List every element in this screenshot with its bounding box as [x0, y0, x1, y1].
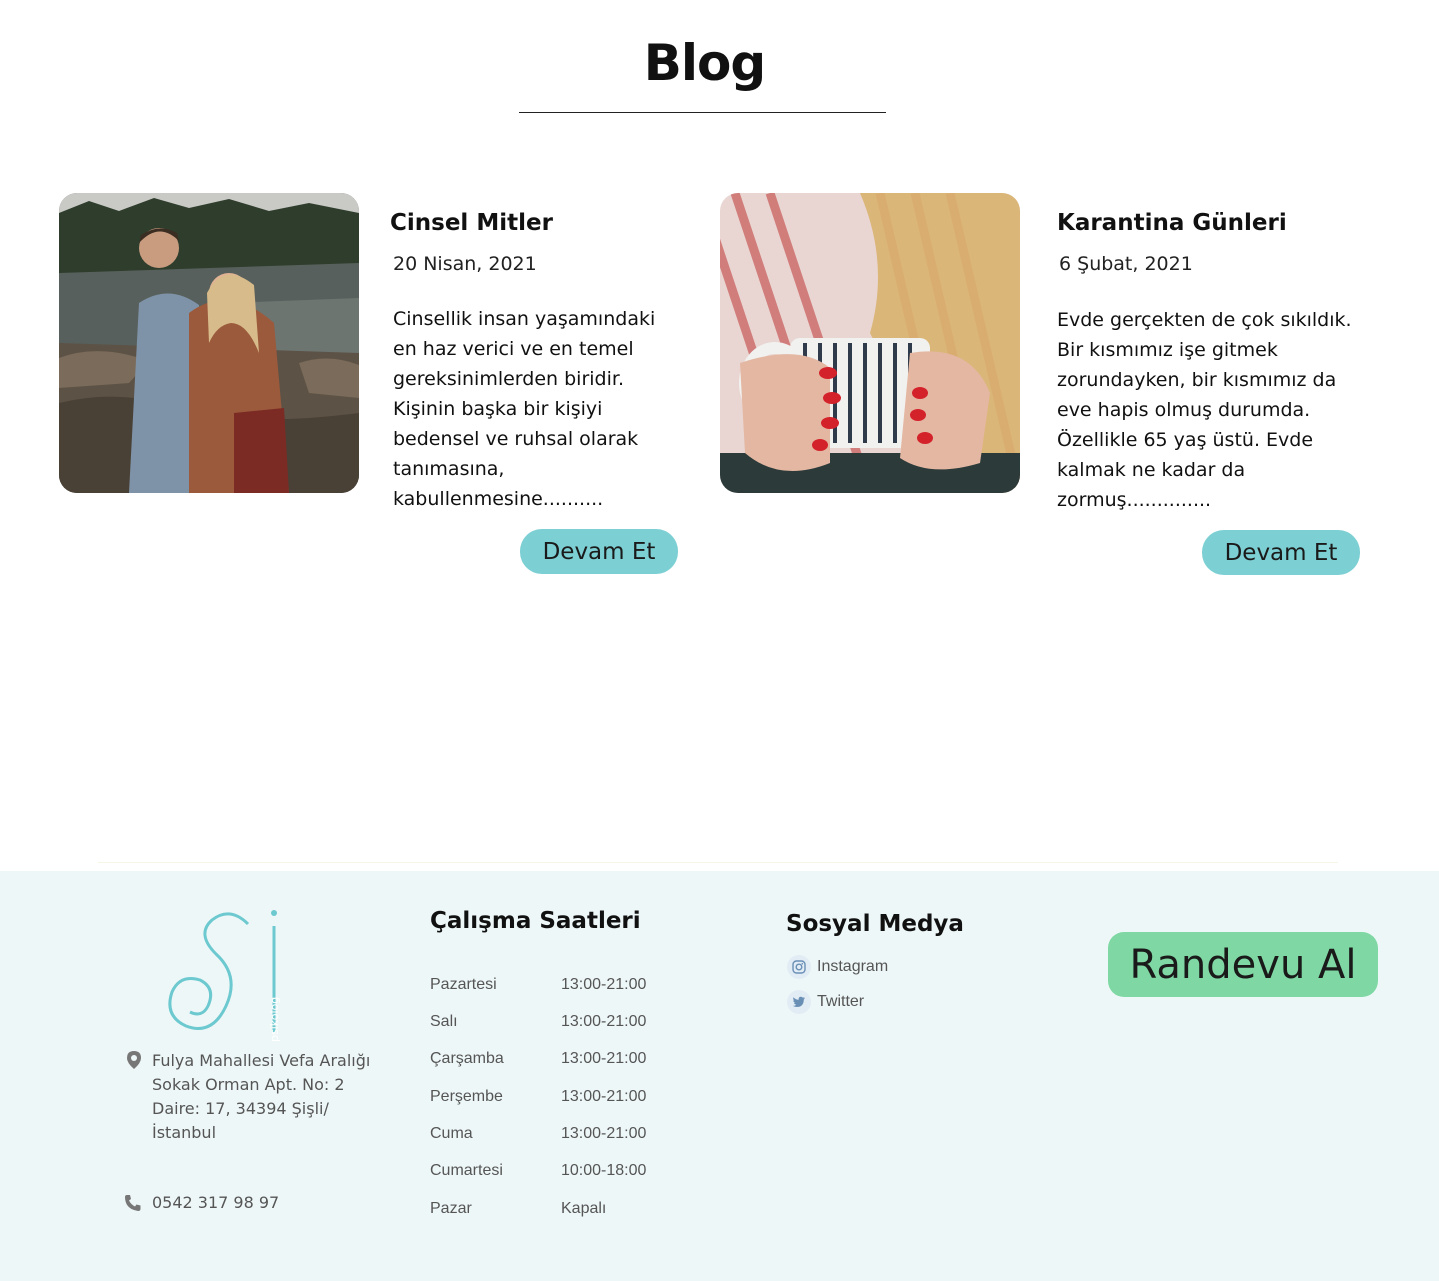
hours-time: 13:00-21:00 — [561, 1125, 647, 1142]
hours-day: Çarşamba — [430, 1050, 504, 1067]
social-title: Sosyal Medya — [786, 911, 964, 937]
hours-day: Cumartesi — [430, 1162, 503, 1179]
instagram-icon — [787, 955, 811, 979]
hours-day: Pazar — [430, 1200, 472, 1217]
footer-divider — [98, 862, 1338, 863]
logo-subtitle: psikolog — [268, 997, 281, 1042]
phone-icon — [125, 1195, 141, 1211]
post-date: 20 Nisan, 2021 — [393, 253, 537, 275]
twitter-link[interactable]: Twitter — [787, 990, 864, 1014]
brand-logo[interactable]: psikolog — [160, 902, 290, 1050]
hours-time: 13:00-21:00 — [561, 1013, 647, 1030]
hours-day: Pazartesi — [430, 976, 497, 993]
post-excerpt: Evde gerçekten de çok sıkıldık. Bir kısm… — [1057, 309, 1352, 511]
couple-photo — [59, 193, 359, 493]
hours-day: Perşembe — [430, 1088, 503, 1105]
hours-time: Kapalı — [561, 1200, 607, 1217]
map-pin-icon — [127, 1051, 141, 1069]
post-excerpt: Cinsellik insan yaşamındaki en haz veric… — [393, 308, 656, 510]
hours-row: Pazartesi 13:00-21:00 — [430, 976, 690, 1000]
read-more-button[interactable]: Devam Et — [1202, 530, 1360, 575]
instagram-link[interactable]: Instagram — [787, 955, 888, 979]
post-image-mug[interactable] — [720, 193, 1020, 493]
hours-time: 13:00-21:00 — [561, 976, 647, 993]
read-more-button[interactable]: Devam Et — [520, 529, 678, 574]
mug-photo — [720, 193, 1020, 493]
social-label: Twitter — [817, 993, 865, 1010]
hours-day: Salı — [430, 1013, 458, 1030]
appointment-button[interactable]: Randevu Al — [1108, 932, 1378, 997]
hours-row: Perşembe 13:00-21:00 — [430, 1088, 690, 1112]
twitter-icon — [787, 990, 811, 1014]
hours-row: Cuma 13:00-21:00 — [430, 1125, 690, 1149]
post-title[interactable]: Karantina Günleri — [1057, 210, 1287, 236]
phone-number[interactable]: 0542 317 98 97 — [152, 1193, 279, 1212]
hours-row: Salı 13:00-21:00 — [430, 1013, 690, 1037]
blog-title: Blog — [643, 34, 766, 92]
hours-time: 13:00-21:00 — [561, 1050, 647, 1067]
hours-row: Çarşamba 13:00-21:00 — [430, 1050, 690, 1074]
post-image-couple[interactable] — [59, 193, 359, 493]
title-underline — [519, 112, 886, 113]
post-title[interactable]: Cinsel Mitler — [390, 210, 553, 236]
hours-time: 10:00-18:00 — [561, 1162, 647, 1179]
post-date: 6 Şubat, 2021 — [1059, 253, 1193, 275]
hours-day: Cuma — [430, 1125, 473, 1142]
hours-row: Cumartesi 10:00-18:00 — [430, 1162, 690, 1186]
social-label: Instagram — [817, 958, 889, 975]
hours-title: Çalışma Saatleri — [430, 908, 641, 934]
address-text: Fulya Mahallesi Vefa Aralığı Sokak Orman… — [152, 1051, 371, 1142]
hours-time: 13:00-21:00 — [561, 1088, 647, 1105]
hours-row: Pazar Kapalı — [430, 1200, 690, 1224]
